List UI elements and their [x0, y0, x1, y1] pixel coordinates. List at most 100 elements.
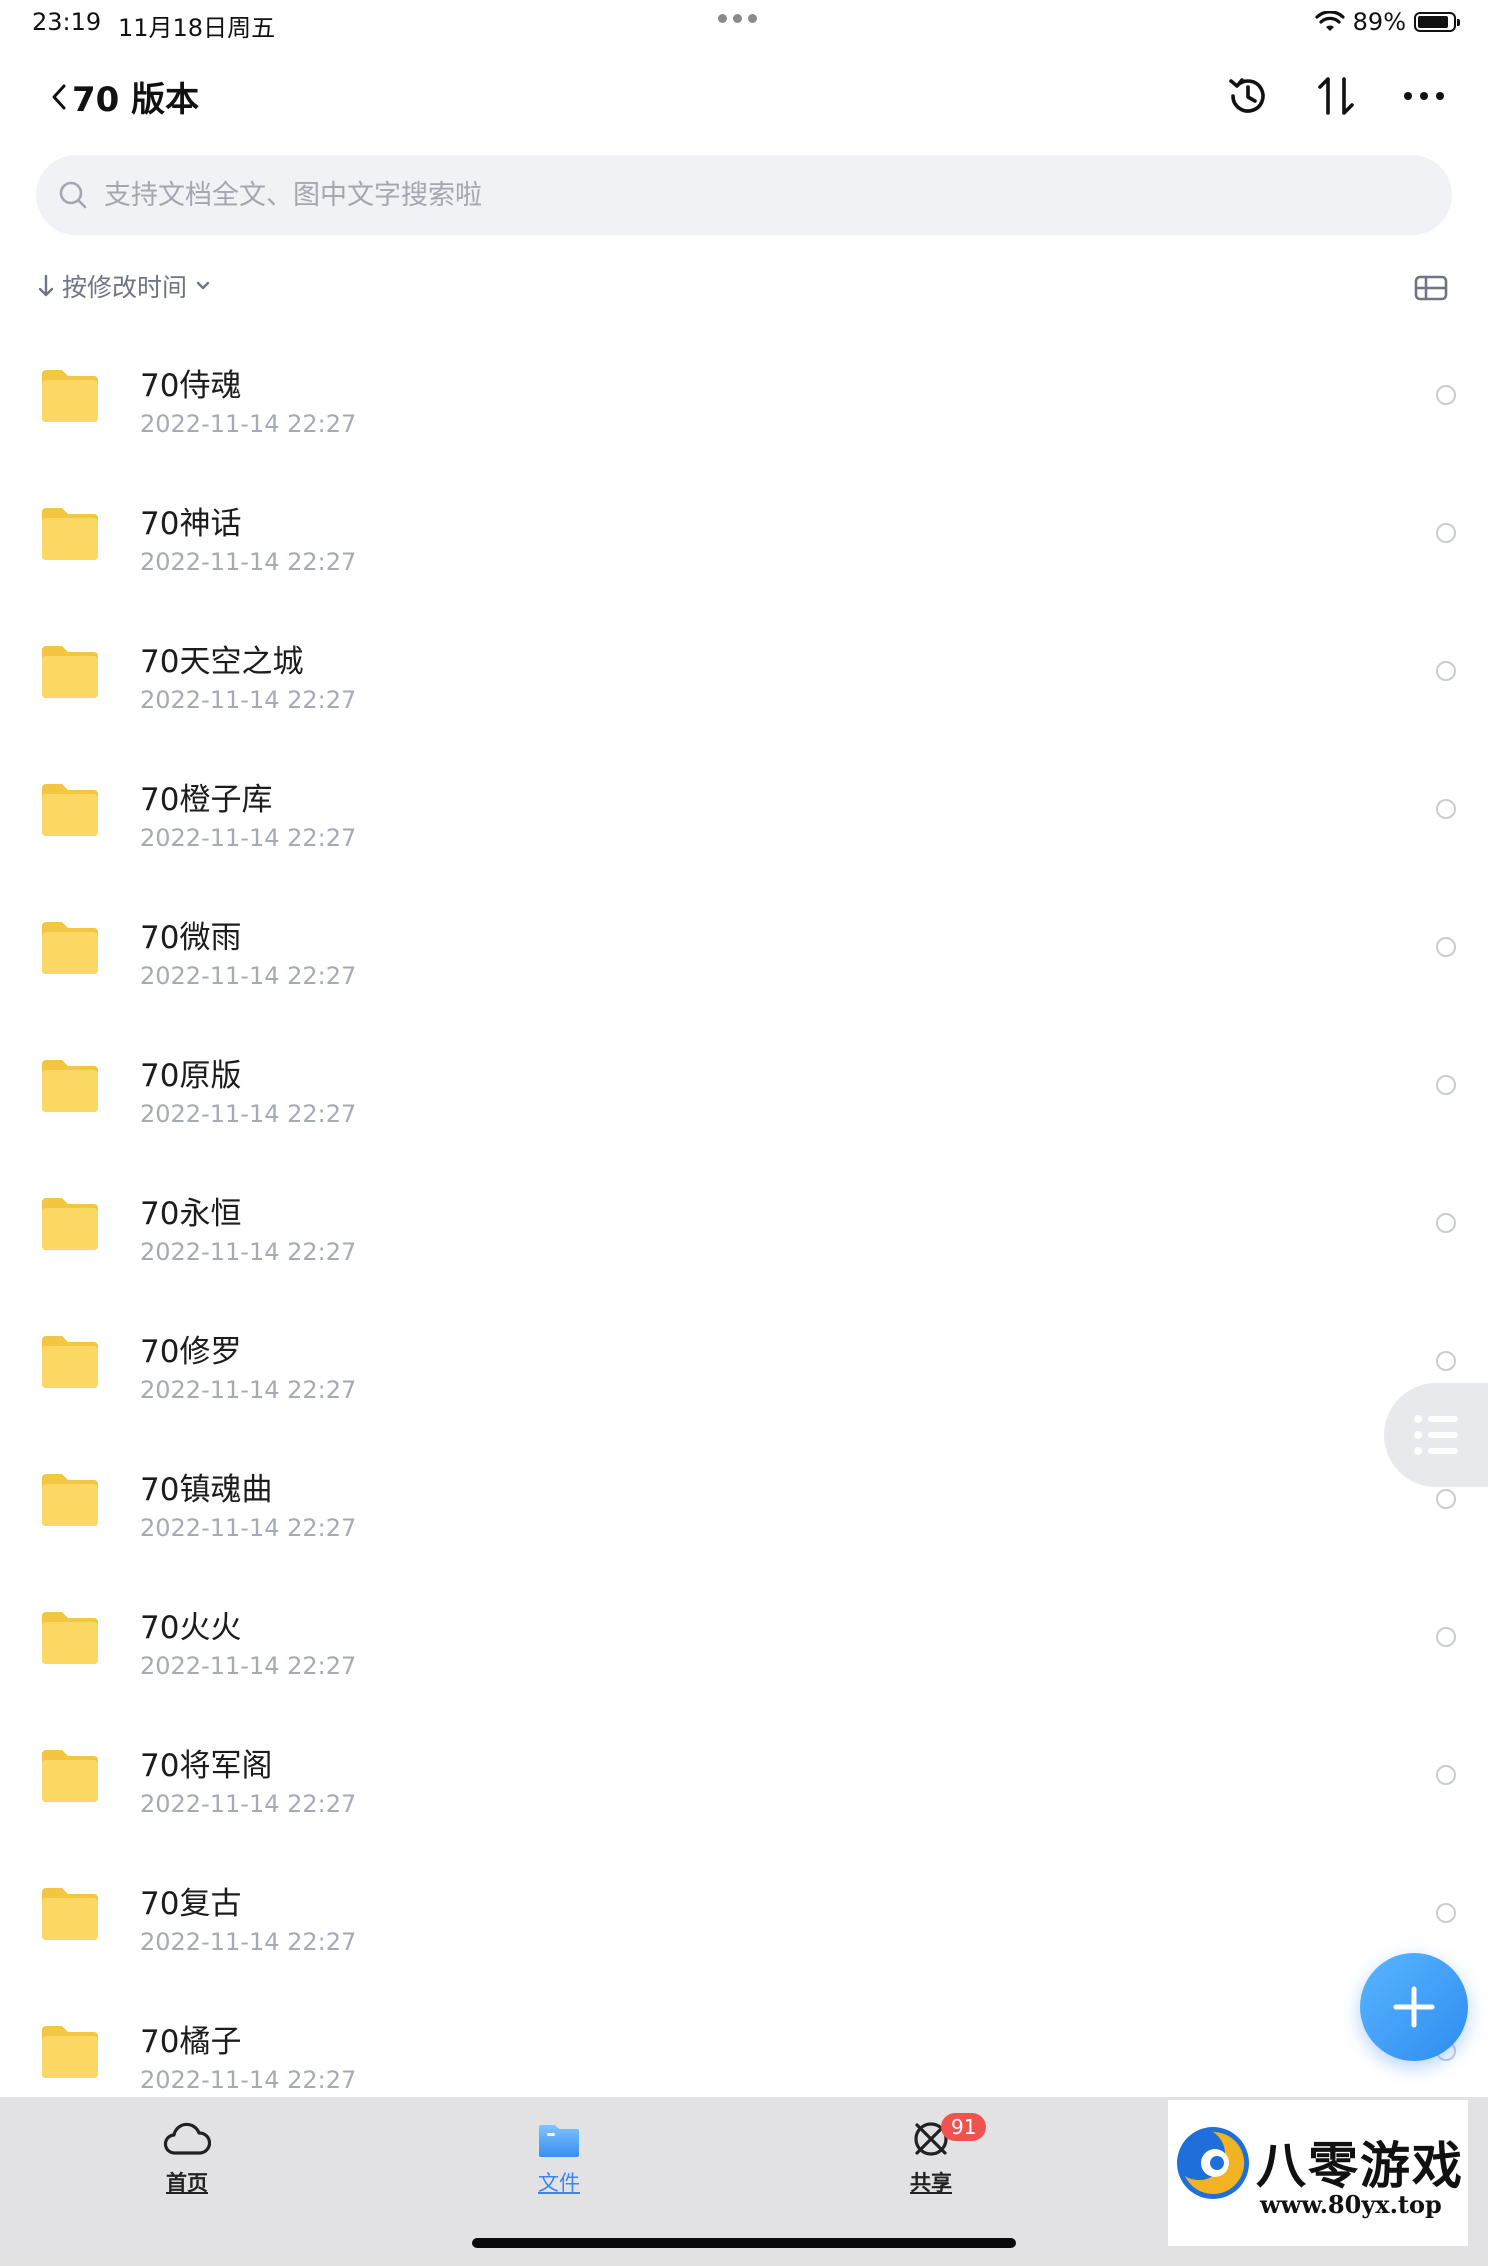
nav-bar: 70 版本: [0, 60, 1488, 136]
file-date: 2022-11-14 22:27: [140, 2066, 357, 2094]
file-row[interactable]: 70橘子 2022-11-14 22:27: [0, 1988, 1488, 2097]
select-checkbox[interactable]: [1436, 1075, 1456, 1095]
file-row[interactable]: 70神话 2022-11-14 22:27: [0, 470, 1488, 608]
file-name: 70橙子库: [140, 782, 273, 818]
sort-arrows-icon: [1318, 77, 1354, 115]
sort-button[interactable]: [1312, 72, 1360, 120]
file-row[interactable]: 70复古 2022-11-14 22:27: [0, 1850, 1488, 1988]
folder-icon: [42, 1612, 98, 1664]
file-row[interactable]: 70火火 2022-11-14 22:27: [0, 1574, 1488, 1712]
view-toggle-icon[interactable]: [1414, 274, 1448, 302]
battery-percent: 89%: [1352, 8, 1406, 36]
chevron-left-icon: [52, 84, 66, 109]
multitasking-dots-icon[interactable]: [718, 14, 757, 23]
folder-icon: [42, 1198, 98, 1250]
file-name: 70复古: [140, 1886, 242, 1922]
battery-level: [1418, 16, 1449, 28]
cloud-icon: [163, 2122, 211, 2155]
file-name: 70微雨: [140, 920, 242, 956]
select-checkbox[interactable]: [1436, 661, 1456, 681]
add-button[interactable]: [1360, 1953, 1468, 2061]
file-date: 2022-11-14 22:27: [140, 548, 357, 576]
file-name: 70原版: [140, 1058, 242, 1094]
notification-badge: 91: [941, 2113, 987, 2141]
file-date: 2022-11-14 22:27: [140, 1100, 357, 1128]
select-checkbox[interactable]: [1436, 1765, 1456, 1785]
home-indicator[interactable]: [472, 2238, 1016, 2248]
status-indicators: 89%: [1315, 8, 1460, 36]
file-row[interactable]: 70天空之城 2022-11-14 22:27: [0, 608, 1488, 746]
status-date: 11月18日周五: [118, 14, 276, 42]
folder-icon: [42, 508, 98, 560]
file-name: 70镇魂曲: [140, 1472, 273, 1508]
file-date: 2022-11-14 22:27: [140, 410, 357, 438]
file-row[interactable]: 70永恒 2022-11-14 22:27: [0, 1160, 1488, 1298]
folder-icon: [42, 2026, 98, 2078]
arrow-down-icon: [38, 274, 54, 297]
file-row[interactable]: 70修罗 2022-11-14 22:27: [0, 1298, 1488, 1436]
select-checkbox[interactable]: [1436, 523, 1456, 543]
sort-label: 按修改时间: [62, 273, 188, 302]
search-input[interactable]: [102, 178, 1406, 212]
folder-icon: [42, 1750, 98, 1802]
wifi-icon: [1315, 11, 1345, 31]
folder-icon: [42, 784, 98, 836]
file-row[interactable]: 70原版 2022-11-14 22:27: [0, 1022, 1488, 1160]
file-name: 70橘子: [140, 2024, 242, 2060]
tab-home[interactable]: 首页: [117, 2117, 257, 2197]
select-checkbox[interactable]: [1436, 385, 1456, 405]
select-checkbox[interactable]: [1436, 799, 1456, 819]
select-checkbox[interactable]: [1436, 1903, 1456, 1923]
file-row[interactable]: 70橙子库 2022-11-14 22:27: [0, 746, 1488, 884]
select-checkbox[interactable]: [1436, 1489, 1456, 1509]
folder-icon: [42, 1060, 98, 1112]
watermark-logo-icon: [1177, 2127, 1249, 2199]
file-row[interactable]: 70侍魂 2022-11-14 22:27: [0, 332, 1488, 470]
file-date: 2022-11-14 22:27: [140, 1928, 357, 1956]
tab-label: 共享: [910, 2171, 952, 2195]
file-date: 2022-11-14 22:27: [140, 824, 357, 852]
more-button[interactable]: [1400, 72, 1448, 120]
file-name: 70神话: [140, 506, 242, 542]
select-checkbox[interactable]: [1436, 1627, 1456, 1647]
page-title: 70 版本: [72, 80, 200, 120]
folder-icon: [42, 370, 98, 422]
watermark-url: www.80yx.top: [1260, 2190, 1442, 2219]
tab-share[interactable]: 共享 91: [861, 2113, 1001, 2197]
file-name: 70修罗: [140, 1334, 242, 1370]
file-name: 70将军阁: [140, 1748, 273, 1784]
tab-label: 文件: [538, 2171, 580, 2195]
history-button[interactable]: [1224, 72, 1272, 120]
file-row[interactable]: 70将军阁 2022-11-14 22:27: [0, 1712, 1488, 1850]
search-bar[interactable]: [36, 155, 1452, 235]
folder-icon: [42, 922, 98, 974]
sort-selector[interactable]: 按修改时间: [38, 268, 211, 304]
chevron-down-icon: [196, 281, 210, 290]
tab-files[interactable]: 文件: [489, 2117, 629, 2197]
file-list: 70侍魂 2022-11-14 22:27 70神话 2022-11-14 22…: [0, 332, 1488, 2097]
watermark: 八零游戏 www.80yx.top: [1168, 2100, 1468, 2246]
file-date: 2022-11-14 22:27: [140, 1514, 357, 1542]
file-row[interactable]: 70微雨 2022-11-14 22:27: [0, 884, 1488, 1022]
select-checkbox[interactable]: [1436, 1351, 1456, 1371]
folder-icon: [539, 2125, 579, 2157]
select-checkbox[interactable]: [1436, 1213, 1456, 1233]
file-date: 2022-11-14 22:27: [140, 1790, 357, 1818]
back-button[interactable]: 70 版本: [50, 72, 199, 121]
file-name: 70火火: [140, 1610, 242, 1646]
file-name: 70天空之城: [140, 644, 304, 680]
file-date: 2022-11-14 22:27: [140, 1376, 357, 1404]
folder-icon: [42, 1336, 98, 1388]
side-list-button[interactable]: [1384, 1383, 1488, 1487]
status-bar: 23:19 11月18日周五 89%: [0, 0, 1488, 48]
plus-icon: [1393, 1986, 1435, 2028]
file-date: 2022-11-14 22:27: [140, 1652, 357, 1680]
folder-icon: [42, 646, 98, 698]
file-date: 2022-11-14 22:27: [140, 1238, 357, 1266]
file-row[interactable]: 70镇魂曲 2022-11-14 22:27: [0, 1436, 1488, 1574]
more-icon: [1404, 92, 1444, 100]
tab-label: 首页: [166, 2171, 208, 2195]
select-checkbox[interactable]: [1436, 937, 1456, 957]
file-date: 2022-11-14 22:27: [140, 962, 357, 990]
file-name: 70侍魂: [140, 368, 242, 404]
